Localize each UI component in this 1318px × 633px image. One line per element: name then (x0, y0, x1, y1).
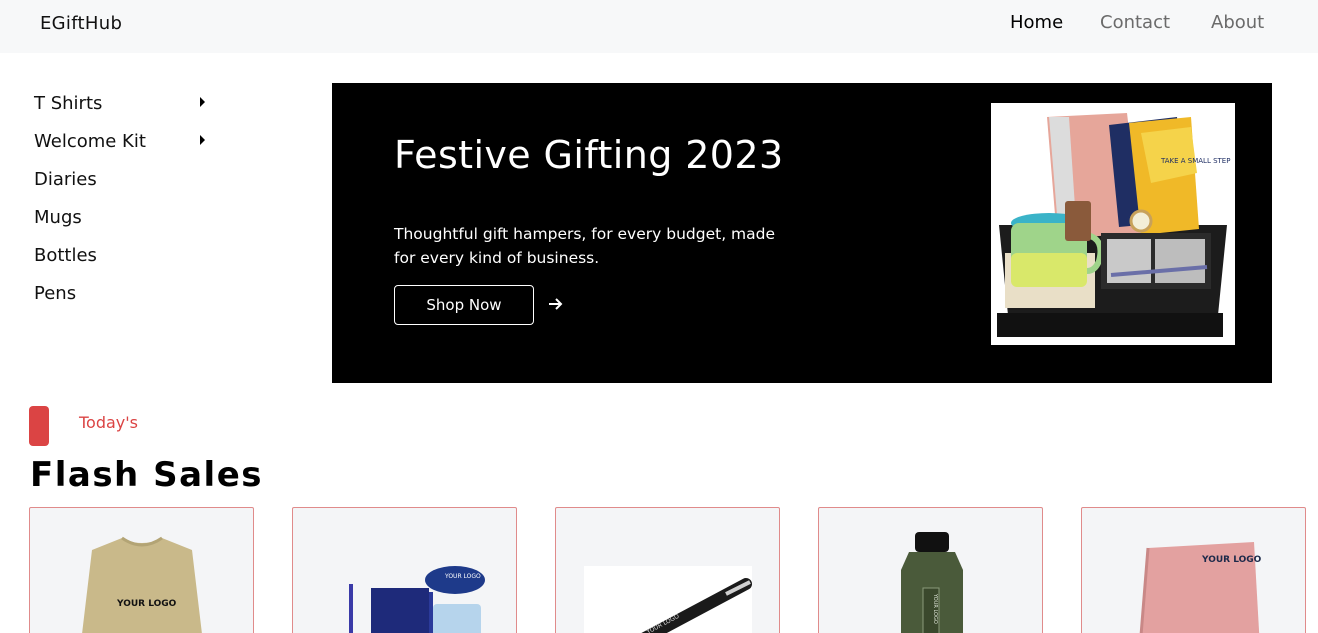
sidebar-item-label: T Shirts (34, 93, 103, 114)
sidebar-item-label: Bottles (34, 245, 97, 266)
sidebar-item-label: Pens (34, 283, 77, 304)
caret-right-icon (200, 135, 205, 145)
bottle-product-image: YOUR LOGO (901, 532, 963, 633)
sidebar-item-label: Welcome Kit (34, 131, 146, 152)
banner-title: Festive Gifting 2023 (394, 133, 784, 177)
caret-right-icon (200, 97, 205, 107)
product-imprint: YOUR LOGO (116, 599, 177, 609)
category-sidebar: T Shirts Welcome Kit Diaries Mugs Bottle… (34, 93, 214, 321)
sidebar-item-label: Mugs (34, 207, 82, 228)
arrow-right-icon[interactable] (546, 292, 566, 316)
sidebar-item-welcome-kit[interactable]: Welcome Kit (34, 131, 214, 169)
diary-product-image: YOUR LOGO (1139, 542, 1262, 633)
sidebar-item-mugs[interactable]: Mugs (34, 207, 214, 245)
nav-contact-link[interactable]: Contact (1100, 12, 1170, 33)
brand-logo[interactable]: EGiftHub (40, 13, 122, 34)
product-card-bottle[interactable]: YOUR LOGO (818, 507, 1043, 633)
gift-hamper-image: TAKE A SMALL STEP (991, 103, 1235, 345)
product-imprint: YOUR LOGO (932, 593, 938, 624)
section-accent-tag (29, 406, 49, 446)
sidebar-item-label: Diaries (34, 169, 97, 190)
sidebar-item-pens[interactable]: Pens (34, 283, 214, 321)
nav-about-link[interactable]: About (1211, 12, 1264, 33)
product-card-diary[interactable]: YOUR LOGO (1081, 507, 1306, 633)
product-card-tshirt[interactable]: YOUR LOGO (29, 507, 254, 633)
product-card-pen[interactable]: YOUR LOGO (555, 507, 780, 633)
gift-notebook-text: TAKE A SMALL STEP (1160, 157, 1230, 165)
pen-product-image: YOUR LOGO (584, 566, 752, 633)
section-eyebrow: Today's (79, 413, 139, 432)
flash-sales-title: Flash Sales (30, 455, 263, 495)
hero-banner: Festive Gifting 2023 Thoughtful gift ham… (332, 83, 1272, 383)
product-imprint: YOUR LOGO (444, 573, 481, 580)
banner-subtitle: Thoughtful gift hampers, for every budge… (394, 225, 776, 267)
sidebar-item-tshirts[interactable]: T Shirts (34, 93, 214, 131)
sidebar-item-bottles[interactable]: Bottles (34, 245, 214, 283)
nav-home-link[interactable]: Home (1010, 12, 1063, 33)
shop-now-button[interactable]: Shop Now (394, 285, 534, 325)
navbar: EGiftHub Home Contact About (0, 0, 1318, 53)
sidebar-item-diaries[interactable]: Diaries (34, 169, 214, 207)
welcome-kit-product-image: YOUR LOGO (349, 566, 485, 633)
tshirt-product-image: YOUR LOGO (82, 536, 202, 633)
product-card-welcome-kit[interactable]: YOUR LOGO (292, 507, 517, 633)
product-imprint: YOUR LOGO (1201, 555, 1262, 565)
